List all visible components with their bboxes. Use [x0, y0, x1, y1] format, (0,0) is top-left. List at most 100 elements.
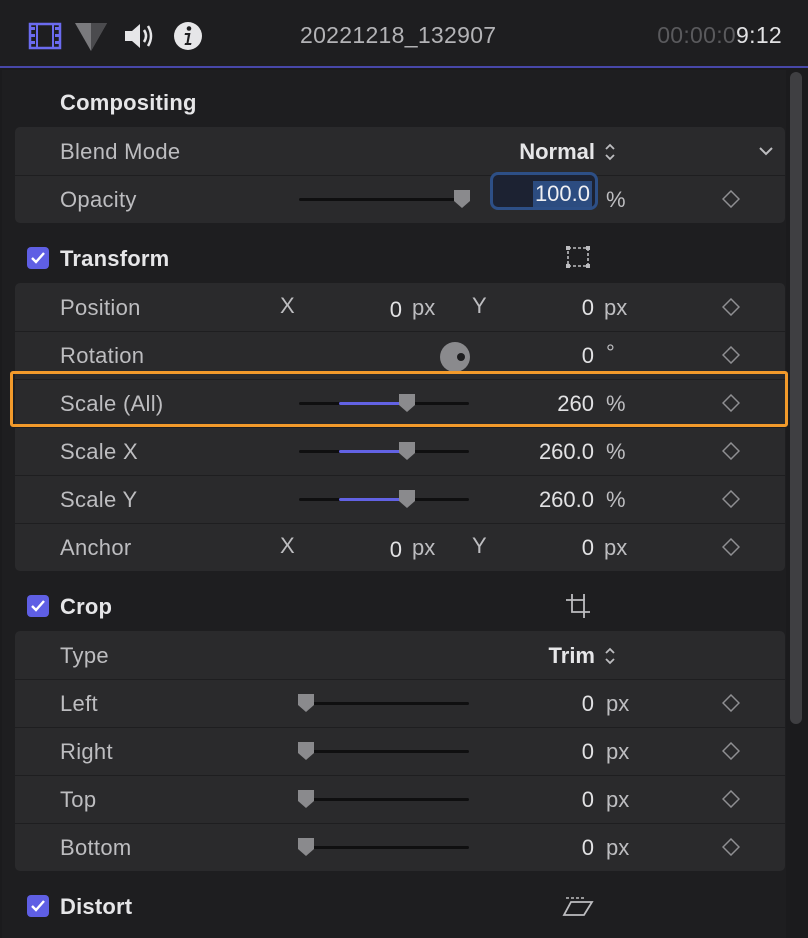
crop-onscreen-controls-icon[interactable] [564, 592, 592, 620]
position-y-value[interactable]: 0 [534, 295, 594, 321]
crop-top-row: Top 0 px [2, 775, 786, 823]
keyframe-diamond-icon[interactable] [722, 838, 740, 856]
position-y-unit: px [604, 295, 628, 320]
distort-checkbox[interactable] [27, 895, 49, 917]
transform-checkbox[interactable] [27, 247, 49, 269]
crop-type-popup[interactable]: Trim [549, 643, 595, 669]
position-x-value[interactable]: 0 [342, 297, 402, 323]
clip-name: 20221218_132907 [300, 22, 497, 48]
scale-all-slider-fill [339, 402, 407, 405]
keyframe-diamond-icon[interactable] [722, 394, 740, 412]
opacity-slider[interactable] [299, 190, 470, 208]
anchor-y-value[interactable]: 0 [534, 535, 594, 561]
crop-right-label: Right [60, 739, 113, 764]
crop-right-value[interactable]: 0 [534, 739, 594, 765]
transform-section-header[interactable]: Transform [2, 234, 786, 282]
scale-x-slider-knob[interactable] [398, 441, 416, 461]
anchor-x-label: X [280, 533, 295, 558]
timecode-leading: 00:00:0 [657, 22, 737, 48]
crop-top-value[interactable]: 0 [534, 787, 594, 813]
compositing-title: Compositing [60, 90, 197, 115]
crop-left-value[interactable]: 0 [534, 691, 594, 717]
scale-x-label: Scale X [60, 439, 138, 464]
crop-right-slider-knob[interactable] [297, 741, 315, 761]
crop-bottom-row: Bottom 0 px [2, 823, 786, 871]
crop-bottom-slider[interactable] [298, 838, 469, 856]
keyframe-diamond-icon[interactable] [722, 790, 740, 808]
crop-bottom-slider-knob[interactable] [297, 837, 315, 857]
crop-left-slider[interactable] [298, 694, 469, 712]
video-inspector-icon[interactable] [28, 18, 62, 54]
audio-inspector-icon[interactable] [122, 18, 158, 54]
crop-left-row: Left 0 px [2, 679, 786, 727]
up-down-chevron-icon [605, 143, 615, 161]
scale-x-slider-fill [339, 450, 407, 453]
blend-mode-label: Blend Mode [60, 139, 181, 164]
crop-top-label: Top [60, 787, 97, 812]
crop-bottom-value[interactable]: 0 [534, 835, 594, 861]
crop-section-header[interactable]: Crop [2, 582, 786, 630]
keyframe-diamond-icon[interactable] [722, 694, 740, 712]
keyframe-diamond-icon[interactable] [722, 742, 740, 760]
rotation-unit: ° [606, 340, 615, 365]
scale-y-slider-fill [339, 498, 407, 501]
rotation-value[interactable]: 0 [534, 343, 594, 369]
opacity-unit: % [606, 187, 626, 212]
scale-all-slider[interactable] [299, 394, 469, 412]
blend-mode-row: Blend Mode Normal [2, 127, 786, 175]
crop-bottom-label: Bottom [60, 835, 132, 860]
keyframe-diamond-icon[interactable] [722, 346, 740, 364]
scale-y-value[interactable]: 260.0 [504, 487, 594, 513]
rotation-dial[interactable] [438, 340, 472, 374]
keyframe-diamond-icon[interactable] [722, 190, 740, 208]
distort-section-header[interactable]: Distort [2, 882, 786, 930]
info-inspector-icon[interactable] [172, 18, 204, 54]
transform-onscreen-controls-icon[interactable] [564, 244, 592, 270]
crop-right-slider[interactable] [298, 742, 469, 760]
scale-all-value[interactable]: 260 [534, 391, 594, 417]
crop-checkbox[interactable] [27, 595, 49, 617]
chevron-down-icon[interactable] [758, 145, 774, 157]
inspector-scrollbar[interactable] [790, 72, 802, 724]
keyframe-diamond-icon[interactable] [722, 490, 740, 508]
crop-top-slider-knob[interactable] [297, 789, 315, 809]
scale-y-label: Scale Y [60, 487, 138, 512]
compositing-section-header[interactable]: Compositing [2, 78, 786, 126]
rotation-row: Rotation 0 ° [2, 331, 786, 379]
crop-right-unit: px [606, 739, 630, 764]
scale-all-unit: % [606, 391, 626, 416]
position-x-unit: px [412, 295, 436, 320]
checkmark-icon [31, 600, 45, 612]
opacity-row: Opacity 100.0 % [2, 172, 786, 223]
crop-bottom-unit: px [606, 835, 630, 860]
keyframe-diamond-icon[interactable] [722, 538, 740, 556]
crop-left-unit: px [606, 691, 630, 716]
crop-left-slider-knob[interactable] [297, 693, 315, 713]
scale-all-slider-knob[interactable] [398, 393, 416, 413]
anchor-y-unit: px [604, 535, 628, 560]
crop-type-row: Type Trim [2, 631, 786, 679]
inspector-header: 20221218_132907 00:00:09:12 [0, 0, 808, 68]
scale-x-slider[interactable] [299, 442, 469, 460]
opacity-value-field[interactable]: 100.0 [490, 172, 598, 210]
scale-y-slider-knob[interactable] [398, 489, 416, 509]
keyframe-diamond-icon[interactable] [722, 442, 740, 460]
color-inspector-icon[interactable] [73, 18, 109, 54]
crop-type-label: Type [60, 643, 109, 668]
distort-onscreen-controls-icon[interactable] [562, 894, 594, 918]
anchor-x-value[interactable]: 0 [342, 537, 402, 563]
scale-y-row: Scale Y 260.0 % [2, 475, 786, 523]
rotation-label: Rotation [60, 343, 145, 368]
crop-top-slider[interactable] [298, 790, 469, 808]
scale-y-slider[interactable] [299, 490, 469, 508]
blend-mode-popup[interactable]: Normal [519, 139, 595, 165]
distort-title: Distort [60, 894, 133, 919]
opacity-slider-knob[interactable] [453, 189, 471, 209]
timecode-trailing: 9:12 [736, 22, 782, 48]
keyframe-diamond-icon[interactable] [722, 298, 740, 316]
checkmark-icon [31, 900, 45, 912]
anchor-x-unit: px [412, 535, 436, 560]
opacity-value: 100.0 [532, 181, 592, 207]
scale-x-value[interactable]: 260.0 [504, 439, 594, 465]
position-label: Position [60, 295, 141, 320]
